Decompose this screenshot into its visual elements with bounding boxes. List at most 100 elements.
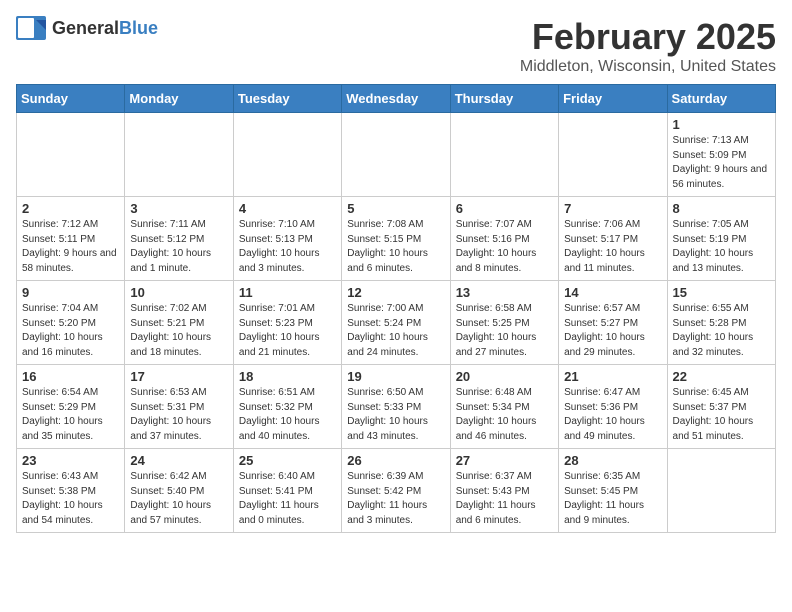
day-number: 23 <box>22 453 119 468</box>
calendar-cell: 13 Sunrise: 6:58 AM Sunset: 5:25 PM Dayli… <box>450 281 558 365</box>
logo-icon <box>16 16 46 40</box>
calendar-cell <box>450 113 558 197</box>
calendar-cell: 26 Sunrise: 6:39 AM Sunset: 5:42 PM Dayli… <box>342 449 450 533</box>
calendar-cell <box>559 113 667 197</box>
calendar-header-row: SundayMondayTuesdayWednesdayThursdayFrid… <box>17 85 776 113</box>
day-info: Sunrise: 6:35 AM Sunset: 5:45 PM Dayligh… <box>564 470 661 528</box>
calendar-cell: 23 Sunrise: 6:43 AM Sunset: 5:38 PM Dayli… <box>17 449 125 533</box>
calendar-cell: 22 Sunrise: 6:45 AM Sunset: 5:37 PM Dayli… <box>667 365 775 449</box>
day-number: 17 <box>130 369 227 384</box>
day-info: Sunrise: 6:51 AM Sunset: 5:32 PM Dayligh… <box>239 386 336 444</box>
day-info: Sunrise: 7:00 AM Sunset: 5:24 PM Dayligh… <box>347 302 444 360</box>
calendar-cell: 14 Sunrise: 6:57 AM Sunset: 5:27 PM Dayli… <box>559 281 667 365</box>
calendar-cell: 18 Sunrise: 6:51 AM Sunset: 5:32 PM Dayli… <box>233 365 341 449</box>
day-info: Sunrise: 6:43 AM Sunset: 5:38 PM Dayligh… <box>22 470 119 528</box>
calendar-cell: 17 Sunrise: 6:53 AM Sunset: 5:31 PM Dayli… <box>125 365 233 449</box>
day-info: Sunrise: 6:57 AM Sunset: 5:27 PM Dayligh… <box>564 302 661 360</box>
day-info: Sunrise: 6:45 AM Sunset: 5:37 PM Dayligh… <box>673 386 770 444</box>
day-number: 14 <box>564 285 661 300</box>
logo-general: General <box>52 18 119 38</box>
calendar-cell <box>125 113 233 197</box>
calendar-cell: 6 Sunrise: 7:07 AM Sunset: 5:16 PM Daylig… <box>450 197 558 281</box>
calendar-cell: 1Sunrise: 7:13 AM Sunset: 5:09 PM Daylig… <box>667 113 775 197</box>
day-info: Sunrise: 7:01 AM Sunset: 5:23 PM Dayligh… <box>239 302 336 360</box>
calendar-cell <box>342 113 450 197</box>
calendar-week-row: 1Sunrise: 7:13 AM Sunset: 5:09 PM Daylig… <box>17 113 776 197</box>
day-number: 16 <box>22 369 119 384</box>
logo-blue: Blue <box>119 18 158 38</box>
day-of-week-header: Monday <box>125 85 233 113</box>
calendar-cell: 25 Sunrise: 6:40 AM Sunset: 5:41 PM Dayli… <box>233 449 341 533</box>
day-info: Sunrise: 7:08 AM Sunset: 5:15 PM Dayligh… <box>347 218 444 276</box>
day-number: 2 <box>22 201 119 216</box>
calendar-cell: 21 Sunrise: 6:47 AM Sunset: 5:36 PM Dayli… <box>559 365 667 449</box>
day-number: 27 <box>456 453 553 468</box>
day-of-week-header: Wednesday <box>342 85 450 113</box>
day-of-week-header: Thursday <box>450 85 558 113</box>
calendar-week-row: 16 Sunrise: 6:54 AM Sunset: 5:29 PM Dayli… <box>17 365 776 449</box>
day-info: Sunrise: 6:50 AM Sunset: 5:33 PM Dayligh… <box>347 386 444 444</box>
calendar-cell: 2 Sunrise: 7:12 AM Sunset: 5:11 PM Daylig… <box>17 197 125 281</box>
day-number: 12 <box>347 285 444 300</box>
calendar-cell: 12 Sunrise: 7:00 AM Sunset: 5:24 PM Dayli… <box>342 281 450 365</box>
day-info: Sunrise: 7:06 AM Sunset: 5:17 PM Dayligh… <box>564 218 661 276</box>
day-info: Sunrise: 7:02 AM Sunset: 5:21 PM Dayligh… <box>130 302 227 360</box>
logo-text: GeneralBlue <box>52 18 158 39</box>
day-number: 25 <box>239 453 336 468</box>
day-number: 26 <box>347 453 444 468</box>
calendar-week-row: 9Sunrise: 7:04 AM Sunset: 5:20 PM Daylig… <box>17 281 776 365</box>
calendar-cell: 20 Sunrise: 6:48 AM Sunset: 5:34 PM Dayli… <box>450 365 558 449</box>
month-title: February 2025 <box>520 16 776 58</box>
day-info: Sunrise: 6:42 AM Sunset: 5:40 PM Dayligh… <box>130 470 227 528</box>
calendar-cell: 5 Sunrise: 7:08 AM Sunset: 5:15 PM Daylig… <box>342 197 450 281</box>
day-number: 11 <box>239 285 336 300</box>
day-info: Sunrise: 7:13 AM Sunset: 5:09 PM Dayligh… <box>673 134 770 192</box>
day-number: 20 <box>456 369 553 384</box>
calendar-cell <box>233 113 341 197</box>
day-number: 21 <box>564 369 661 384</box>
calendar-cell <box>17 113 125 197</box>
day-info: Sunrise: 6:37 AM Sunset: 5:43 PM Dayligh… <box>456 470 553 528</box>
day-number: 3 <box>130 201 227 216</box>
day-number: 4 <box>239 201 336 216</box>
day-info: Sunrise: 7:12 AM Sunset: 5:11 PM Dayligh… <box>22 218 119 276</box>
day-number: 5 <box>347 201 444 216</box>
day-number: 9 <box>22 285 119 300</box>
day-info: Sunrise: 6:47 AM Sunset: 5:36 PM Dayligh… <box>564 386 661 444</box>
day-number: 15 <box>673 285 770 300</box>
calendar-cell: 24 Sunrise: 6:42 AM Sunset: 5:40 PM Dayli… <box>125 449 233 533</box>
day-of-week-header: Sunday <box>17 85 125 113</box>
day-number: 22 <box>673 369 770 384</box>
day-number: 7 <box>564 201 661 216</box>
location-title: Middleton, Wisconsin, United States <box>520 58 776 76</box>
calendar-cell: 7 Sunrise: 7:06 AM Sunset: 5:17 PM Daylig… <box>559 197 667 281</box>
day-number: 13 <box>456 285 553 300</box>
day-of-week-header: Saturday <box>667 85 775 113</box>
day-number: 19 <box>347 369 444 384</box>
day-info: Sunrise: 6:40 AM Sunset: 5:41 PM Dayligh… <box>239 470 336 528</box>
day-number: 6 <box>456 201 553 216</box>
day-info: Sunrise: 7:11 AM Sunset: 5:12 PM Dayligh… <box>130 218 227 276</box>
day-info: Sunrise: 7:05 AM Sunset: 5:19 PM Dayligh… <box>673 218 770 276</box>
calendar-week-row: 23 Sunrise: 6:43 AM Sunset: 5:38 PM Dayli… <box>17 449 776 533</box>
header: GeneralBlue February 2025 Middleton, Wis… <box>16 16 776 76</box>
day-info: Sunrise: 7:10 AM Sunset: 5:13 PM Dayligh… <box>239 218 336 276</box>
day-info: Sunrise: 6:54 AM Sunset: 5:29 PM Dayligh… <box>22 386 119 444</box>
day-info: Sunrise: 7:07 AM Sunset: 5:16 PM Dayligh… <box>456 218 553 276</box>
day-info: Sunrise: 6:48 AM Sunset: 5:34 PM Dayligh… <box>456 386 553 444</box>
calendar-table: SundayMondayTuesdayWednesdayThursdayFrid… <box>16 84 776 533</box>
calendar-cell: 27 Sunrise: 6:37 AM Sunset: 5:43 PM Dayli… <box>450 449 558 533</box>
calendar-cell: 28 Sunrise: 6:35 AM Sunset: 5:45 PM Dayli… <box>559 449 667 533</box>
day-of-week-header: Friday <box>559 85 667 113</box>
calendar-cell: 19 Sunrise: 6:50 AM Sunset: 5:33 PM Dayli… <box>342 365 450 449</box>
day-info: Sunrise: 6:39 AM Sunset: 5:42 PM Dayligh… <box>347 470 444 528</box>
calendar-cell: 15Sunrise: 6:55 AM Sunset: 5:28 PM Dayli… <box>667 281 775 365</box>
day-number: 28 <box>564 453 661 468</box>
day-number: 24 <box>130 453 227 468</box>
calendar-cell: 11 Sunrise: 7:01 AM Sunset: 5:23 PM Dayli… <box>233 281 341 365</box>
calendar-cell <box>667 449 775 533</box>
calendar-cell: 4 Sunrise: 7:10 AM Sunset: 5:13 PM Daylig… <box>233 197 341 281</box>
day-number: 18 <box>239 369 336 384</box>
day-info: Sunrise: 6:53 AM Sunset: 5:31 PM Dayligh… <box>130 386 227 444</box>
day-info: Sunrise: 6:58 AM Sunset: 5:25 PM Dayligh… <box>456 302 553 360</box>
